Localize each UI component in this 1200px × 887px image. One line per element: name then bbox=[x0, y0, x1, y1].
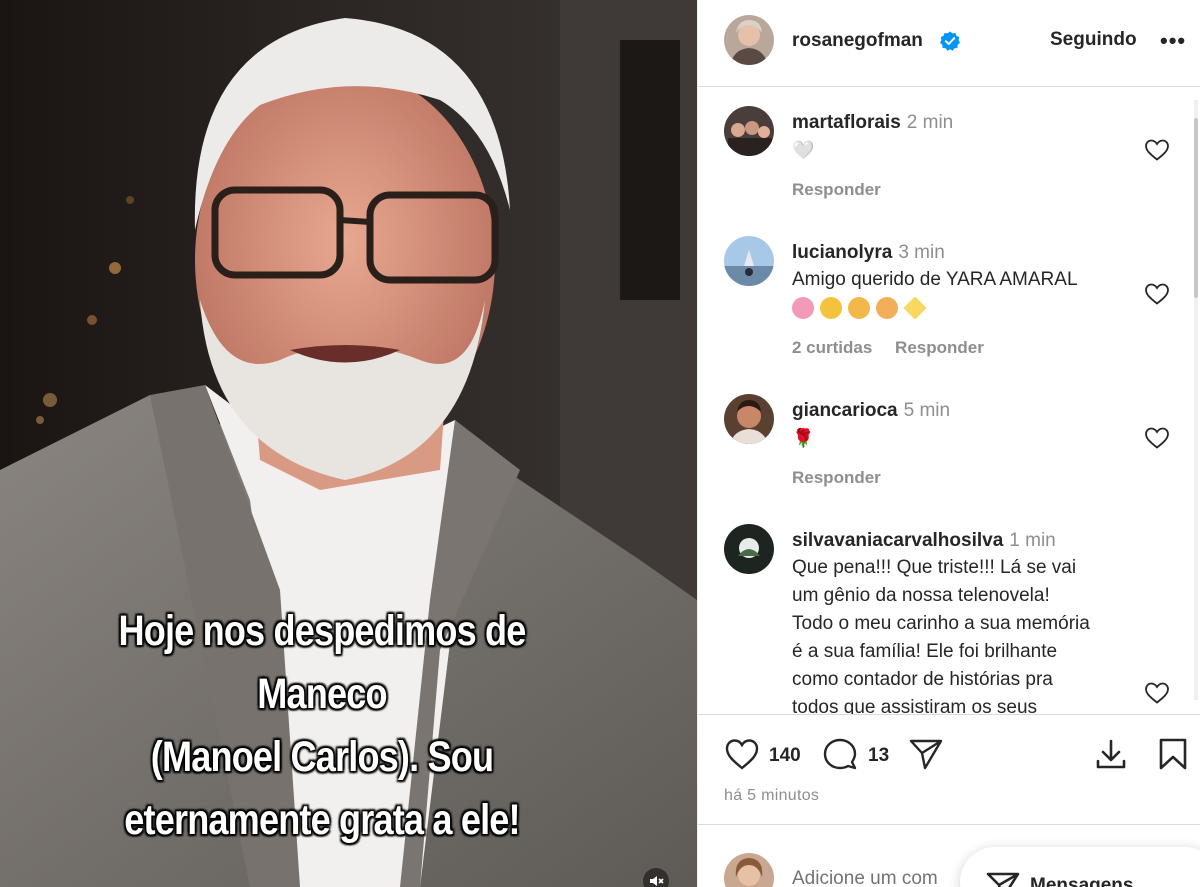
comment-likes-count[interactable]: 2 curtidas bbox=[792, 338, 872, 357]
reply-button[interactable]: Responder bbox=[792, 180, 881, 199]
comment-username[interactable]: martaflorais 2 min bbox=[792, 112, 953, 134]
comments-list[interactable]: martaflorais 2 min 🤍 Responder lucianolyr… bbox=[698, 88, 1200, 714]
comment-time: 5 min bbox=[903, 400, 951, 421]
emoji-screaming-face bbox=[876, 297, 898, 319]
messages-label: Mensagens bbox=[1030, 875, 1134, 887]
messages-send-icon bbox=[986, 872, 1020, 887]
comment-emoji-row bbox=[792, 296, 927, 320]
following-button[interactable]: Seguindo bbox=[1050, 29, 1137, 51]
comment-text: 🤍 bbox=[792, 140, 815, 160]
comment-time: 1 min bbox=[1009, 530, 1056, 551]
post-timestamp: há 5 minutos bbox=[724, 787, 820, 804]
emoji-heart bbox=[792, 297, 814, 319]
share-send-icon[interactable] bbox=[908, 737, 944, 771]
commenter-avatar[interactable] bbox=[724, 524, 774, 574]
comment-username[interactable]: lucianolyra 3 min bbox=[792, 242, 945, 264]
post-header: rosanegofman Seguindo ••• bbox=[698, 0, 1200, 87]
post-actions-bar: 140 13 há 5 minutos bbox=[698, 714, 1200, 824]
comment-username[interactable]: silvavaniacarvalhosilva 1 min bbox=[792, 530, 1056, 552]
post-caption-overlay: Hoje nos despedimos de Maneco (Manoel Ca… bbox=[118, 607, 526, 844]
reply-button[interactable]: Responder bbox=[792, 468, 881, 487]
verified-badge-icon bbox=[940, 31, 960, 51]
current-user-avatar bbox=[724, 853, 774, 887]
comment-like-icon[interactable] bbox=[1144, 282, 1170, 306]
reply-button[interactable]: Responder bbox=[895, 338, 984, 357]
more-options-button[interactable]: ••• bbox=[1160, 28, 1190, 53]
speaker-muted-icon bbox=[650, 876, 664, 886]
comment-username[interactable]: giancarioca 5 min bbox=[792, 400, 950, 422]
comment-meta: Responder bbox=[792, 180, 899, 200]
like-count[interactable]: 140 bbox=[769, 745, 801, 767]
comment-like-icon[interactable] bbox=[1144, 138, 1170, 162]
comment-like-icon[interactable] bbox=[1144, 681, 1170, 705]
commenter-avatar[interactable] bbox=[724, 236, 774, 286]
comment-text: Que pena!!! Que triste!!! Lá se vai um g… bbox=[792, 557, 1090, 714]
like-heart-icon[interactable] bbox=[724, 737, 760, 771]
commenter-avatar[interactable] bbox=[724, 394, 774, 444]
comment-meta: 2 curtidas Responder bbox=[792, 338, 1002, 358]
comment-text: 🌹 bbox=[792, 428, 815, 448]
comment-bubble-icon[interactable] bbox=[822, 737, 858, 771]
author-username[interactable]: rosanegofman bbox=[792, 30, 923, 52]
add-comment-input[interactable] bbox=[792, 865, 982, 887]
commenter-avatar[interactable] bbox=[724, 106, 774, 156]
author-avatar[interactable] bbox=[724, 15, 774, 65]
comment-text: Amigo querido de YARA AMARAL bbox=[792, 269, 1078, 290]
emoji-pensive-face bbox=[820, 297, 842, 319]
messages-button[interactable]: Mensagens bbox=[960, 847, 1200, 887]
download-icon[interactable] bbox=[1094, 737, 1128, 771]
add-comment-bar: Mensagens bbox=[698, 824, 1200, 887]
mute-button[interactable] bbox=[643, 868, 669, 887]
comments-scrollbar-thumb[interactable] bbox=[1194, 118, 1198, 298]
emoji-sparkles bbox=[903, 296, 927, 320]
emoji-pleading-face bbox=[848, 297, 870, 319]
comment-meta: Responder bbox=[792, 468, 899, 488]
post-side-panel: rosanegofman Seguindo ••• martaflorais 2 … bbox=[697, 0, 1200, 887]
comment-count[interactable]: 13 bbox=[868, 745, 889, 767]
comment-time: 2 min bbox=[906, 112, 954, 133]
post-media[interactable]: Hoje nos despedimos de Maneco (Manoel Ca… bbox=[0, 0, 697, 887]
comment-time: 3 min bbox=[898, 242, 945, 263]
comment-like-icon[interactable] bbox=[1144, 426, 1170, 450]
save-bookmark-icon[interactable] bbox=[1158, 737, 1188, 771]
